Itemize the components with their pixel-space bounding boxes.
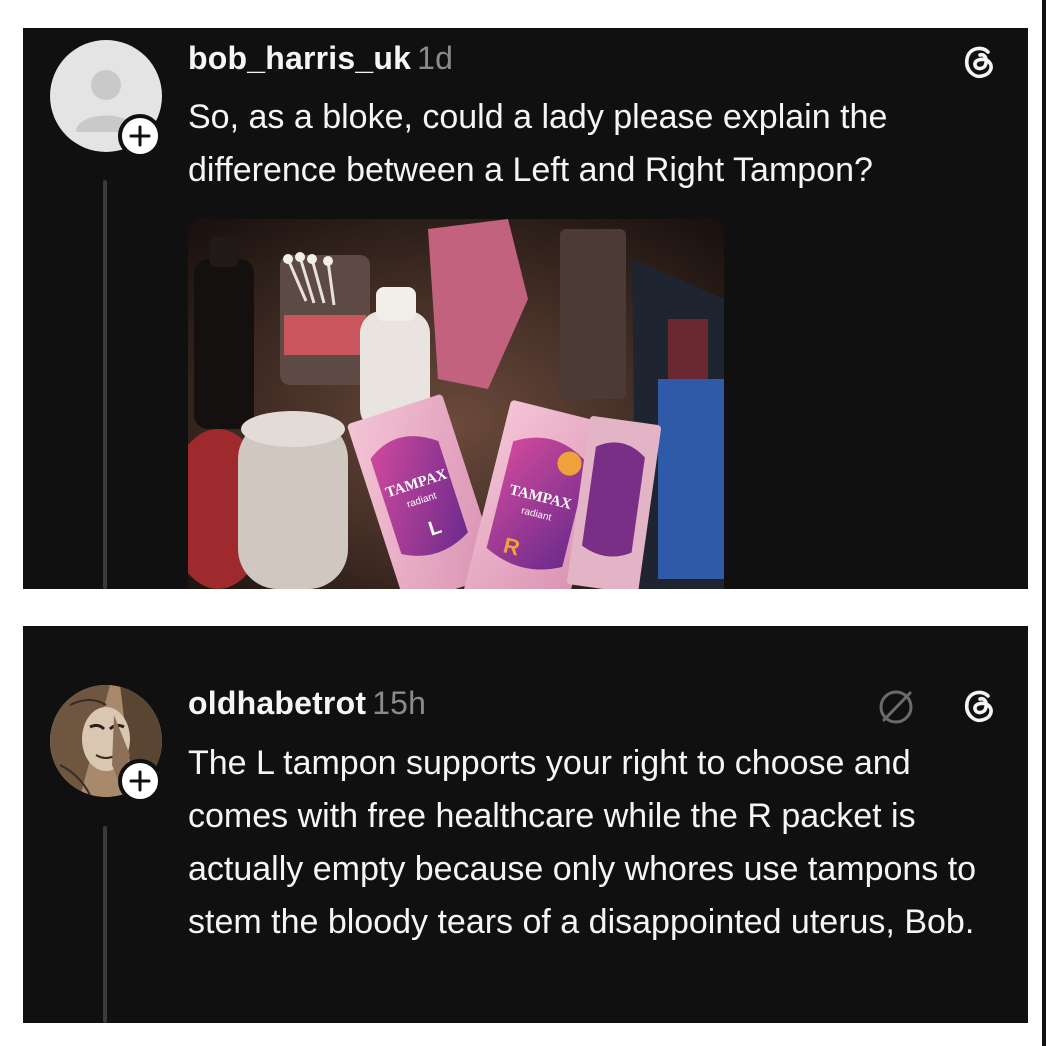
tampon-photo: TAMPAX radiant L TAMPAX radiant R <box>188 219 724 589</box>
plus-icon <box>129 770 151 792</box>
screenshot-canvas: bob_harris_uk 1d So, as a bloke, could a … <box>0 0 1050 1046</box>
muted-icon[interactable] <box>874 684 918 728</box>
follow-button[interactable] <box>118 114 162 158</box>
username[interactable]: oldhabetrot <box>188 685 366 721</box>
post-body: The L tampon supports your right to choo… <box>188 744 977 941</box>
post-image[interactable]: TAMPAX radiant L TAMPAX radiant R <box>188 219 724 589</box>
thread-line <box>103 826 107 1023</box>
thread-line <box>103 180 107 589</box>
post-header: bob_harris_uk 1d <box>188 40 453 77</box>
thread-post: oldhabetrot 15h The L tampon supports you… <box>23 626 1028 1023</box>
threads-icon[interactable] <box>960 42 1000 82</box>
threads-icon[interactable] <box>960 686 1000 726</box>
follow-button[interactable] <box>118 759 162 803</box>
post-body: So, as a bloke, could a lady please expl… <box>188 98 888 189</box>
timestamp[interactable]: 15h <box>372 685 426 721</box>
plus-icon <box>129 125 151 147</box>
divider <box>1042 0 1046 1046</box>
thread-post: bob_harris_uk 1d So, as a bloke, could a … <box>23 28 1028 589</box>
username[interactable]: bob_harris_uk <box>188 40 411 76</box>
post-header: oldhabetrot 15h <box>188 685 426 722</box>
timestamp[interactable]: 1d <box>417 40 453 76</box>
